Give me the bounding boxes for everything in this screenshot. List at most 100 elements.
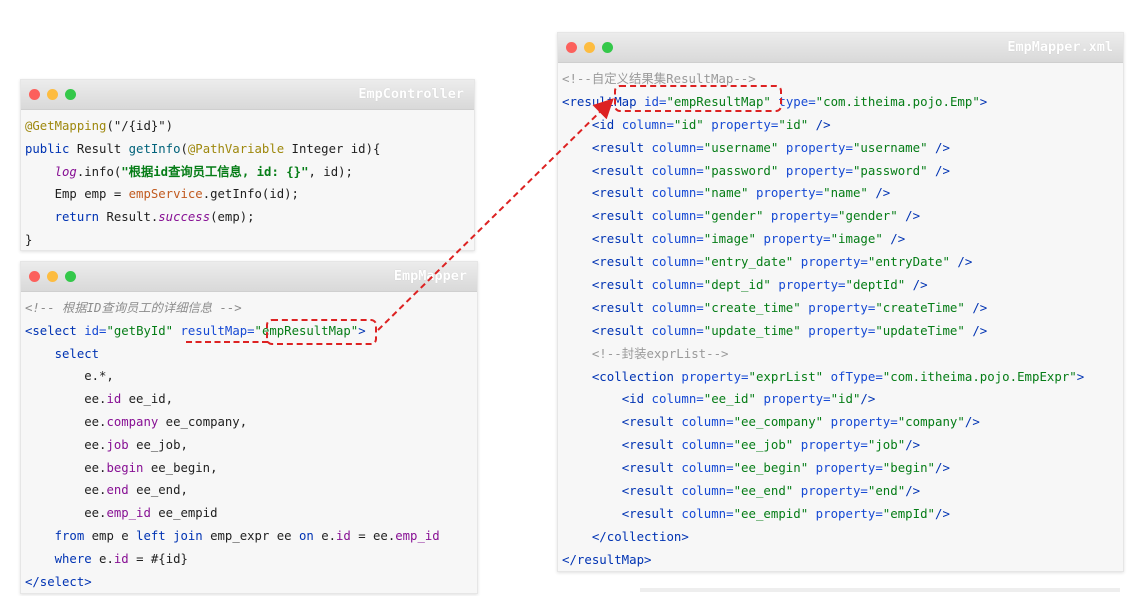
emp-controller-window: EmpController @GetMapping("/{id}") public… (20, 79, 475, 251)
window-title: EmpController (358, 86, 464, 102)
code-token: Result (76, 141, 129, 156)
emp-mapper-titlebar: EmpMapper (21, 262, 477, 292)
code-token: "id" (673, 116, 712, 132)
code-token: "ee_empid" (733, 505, 816, 521)
code-token: "username" (703, 139, 786, 155)
code-token: , id); (308, 164, 353, 179)
code-token: <!--自定义结果集ResultMap--> (562, 71, 756, 86)
code-token: ee. (25, 506, 107, 521)
code-line: <result column="password" property="pass… (562, 160, 1119, 183)
code-token: /> (905, 437, 921, 453)
code-line: log.info("根据id查询员工信息, id: {}", id); (25, 161, 470, 184)
code-token: /> (935, 460, 950, 476)
code-token: } (25, 232, 33, 247)
code-token: "job" (867, 437, 906, 453)
code-token: ee. (25, 414, 107, 429)
close-dot-icon[interactable] (29, 89, 40, 100)
code-token: > (979, 93, 988, 109)
code-line: <select id="getById" resultMap="empResul… (25, 320, 473, 343)
code-token: end (106, 483, 137, 498)
maximize-dot-icon[interactable] (65, 89, 76, 100)
code-token: ( (180, 141, 188, 156)
code-token: "name" (823, 185, 876, 201)
close-dot-icon[interactable] (566, 42, 577, 53)
code-token: public (25, 141, 77, 156)
window-controls (29, 89, 76, 100)
minimize-dot-icon[interactable] (584, 42, 595, 53)
emp-mapper-xml-titlebar: EmpMapper.xml (558, 33, 1123, 63)
maximize-dot-icon[interactable] (65, 271, 76, 282)
code-block: <!-- 根据ID查询员工的详细信息 --> <select id="getByI… (21, 292, 477, 596)
code-token: ("/{id}") (106, 119, 174, 133)
code-token: "image" (830, 231, 891, 247)
code-token: column= (651, 139, 704, 155)
code-token: column= (651, 231, 704, 247)
code-token: column= (681, 460, 734, 476)
code-token: /> (905, 208, 921, 224)
code-token: property= (815, 505, 883, 521)
code-line: <result column="username" property="user… (562, 137, 1119, 160)
code-token: success (158, 210, 211, 225)
code-token: /> (972, 322, 988, 338)
emp-mapper-window: EmpMapper <!-- 根据ID查询员工的详细信息 --> <select … (20, 261, 478, 594)
code-token: ee_id, (128, 392, 174, 407)
code-line: <result column="ee_company" property="co… (562, 411, 1119, 434)
code-token: "exprList" (748, 368, 831, 384)
code-token: column= (681, 483, 734, 499)
code-token: "empId" (882, 505, 936, 521)
code-line: select (25, 343, 473, 366)
code-line: public Result getInfo(@PathVariable Inte… (25, 138, 470, 161)
code-token: <!--封装exprList--> (591, 345, 729, 361)
code-token: <result (621, 414, 682, 430)
code-token: /> (935, 139, 950, 155)
code-token: e. (99, 551, 114, 566)
code-token: = ee. (350, 528, 396, 543)
code-token: company (106, 414, 166, 429)
code-token: <result (591, 322, 652, 338)
code-line: @GetMapping("/{id}") (25, 115, 470, 138)
emp-mapper-xml-window: EmpMapper.xml <!--自定义结果集ResultMap--> <res… (557, 32, 1124, 572)
code-token: column= (651, 299, 704, 315)
code-line: <!--封装exprList--> (562, 343, 1119, 366)
code-token: ee_company, (165, 414, 248, 429)
code-token: "gender" (703, 208, 771, 224)
code-token: job (106, 437, 137, 452)
code-line: <collection property="exprList" ofType="… (562, 366, 1119, 389)
code-token: id (336, 528, 351, 543)
code-token: property= (800, 483, 868, 499)
code-line: Emp emp = empService.getInfo(id); (25, 183, 470, 206)
code-token: property= (711, 116, 779, 132)
code-token: Result. (106, 210, 159, 225)
code-token: e. (321, 528, 336, 543)
code-token: empService (128, 187, 203, 202)
close-dot-icon[interactable] (29, 271, 40, 282)
code-line: <result column="name" property="name" /> (562, 182, 1119, 205)
maximize-dot-icon[interactable] (602, 42, 613, 53)
code-token: property= (808, 299, 876, 315)
code-line: <result column="dept_id" property="deptI… (562, 274, 1119, 297)
code-token: </select> (25, 574, 92, 589)
code-token: left join (136, 528, 211, 543)
code-token: "username" (852, 139, 936, 155)
minimize-dot-icon[interactable] (47, 271, 58, 282)
bottom-strip (640, 588, 1120, 592)
emp-controller-titlebar: EmpController (21, 80, 474, 110)
code-token: <id (591, 116, 622, 132)
code-token: column= (621, 116, 674, 132)
code-token: <select (25, 323, 85, 338)
code-line: <result column="ee_empid" property="empI… (562, 503, 1119, 526)
code-token: ee. (25, 437, 107, 452)
code-token: @GetMapping (25, 119, 107, 133)
minimize-dot-icon[interactable] (47, 89, 58, 100)
code-token: Integer id){ (291, 141, 381, 156)
code-token: id (113, 551, 129, 566)
code-token: "ee_end" (733, 483, 801, 499)
code-token: /> (890, 231, 906, 247)
code-token: column= (681, 505, 734, 521)
